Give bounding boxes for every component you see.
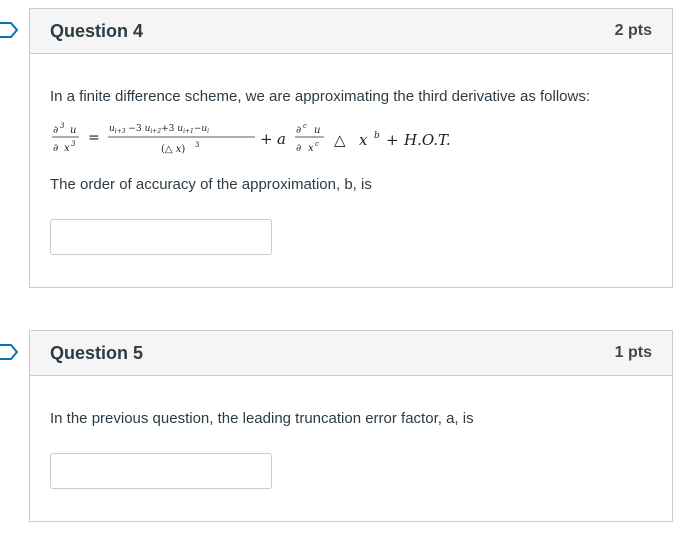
question-title: Question 5 bbox=[50, 342, 144, 363]
question-prompt: In a finite difference scheme, we are ap… bbox=[50, 88, 590, 105]
equation-graphic: ∂ 3 u ∂ x 3 = ui+3 −3 ui+2+3 ui+1−ui (△ … bbox=[52, 122, 451, 155]
svg-text:∂: ∂ bbox=[296, 125, 301, 136]
svg-text:x: x bbox=[359, 131, 368, 149]
svg-text:a: a bbox=[277, 130, 286, 148]
svg-text:H.O.T.: H.O.T. bbox=[403, 131, 451, 149]
svg-text:3: 3 bbox=[195, 141, 199, 149]
svg-text:+: + bbox=[260, 130, 273, 148]
svg-text:∂: ∂ bbox=[53, 125, 58, 136]
svg-text:c: c bbox=[315, 140, 319, 148]
svg-text:x: x bbox=[64, 143, 70, 154]
question-card-4: Question 4 2 pts In a finite difference … bbox=[29, 8, 673, 288]
question-card-5: Question 5 1 pts In the previous questio… bbox=[29, 330, 673, 522]
question-followup: The order of accuracy of the approximati… bbox=[50, 176, 372, 193]
svg-text:ui+3 −3 ui+2+3 ui+1−ui: ui+3 −3 ui+2+3 ui+1−ui bbox=[109, 124, 209, 135]
question-flag-icon[interactable] bbox=[0, 344, 18, 360]
svg-text:3: 3 bbox=[60, 122, 65, 130]
question-title: Question 4 bbox=[50, 20, 144, 41]
svg-text:3: 3 bbox=[71, 140, 76, 148]
svg-text:(△ x): (△ x) bbox=[161, 144, 185, 155]
svg-text:x: x bbox=[308, 143, 314, 154]
svg-text:u: u bbox=[70, 125, 76, 136]
svg-text:u: u bbox=[314, 125, 320, 136]
answer-input[interactable] bbox=[50, 219, 272, 255]
question-prompt: In the previous question, the leading tr… bbox=[50, 410, 474, 427]
equation: ∂ 3 u ∂ x 3 = ui+3 −3 ui+2+3 ui+1−ui (△ … bbox=[50, 120, 490, 160]
question-points: 1 pts bbox=[614, 344, 652, 361]
svg-text:b: b bbox=[374, 131, 380, 141]
svg-text:△: △ bbox=[334, 131, 346, 149]
svg-text:+: + bbox=[386, 131, 399, 149]
question-points: 2 pts bbox=[614, 22, 652, 39]
question-header: Question 4 2 pts bbox=[30, 9, 672, 54]
svg-text:∂: ∂ bbox=[296, 143, 301, 154]
svg-text:=: = bbox=[88, 130, 100, 146]
answer-input[interactable] bbox=[50, 453, 272, 489]
svg-text:c: c bbox=[303, 122, 307, 130]
svg-text:∂: ∂ bbox=[53, 143, 58, 154]
question-header: Question 5 1 pts bbox=[30, 331, 672, 376]
question-flag-icon[interactable] bbox=[0, 22, 18, 38]
